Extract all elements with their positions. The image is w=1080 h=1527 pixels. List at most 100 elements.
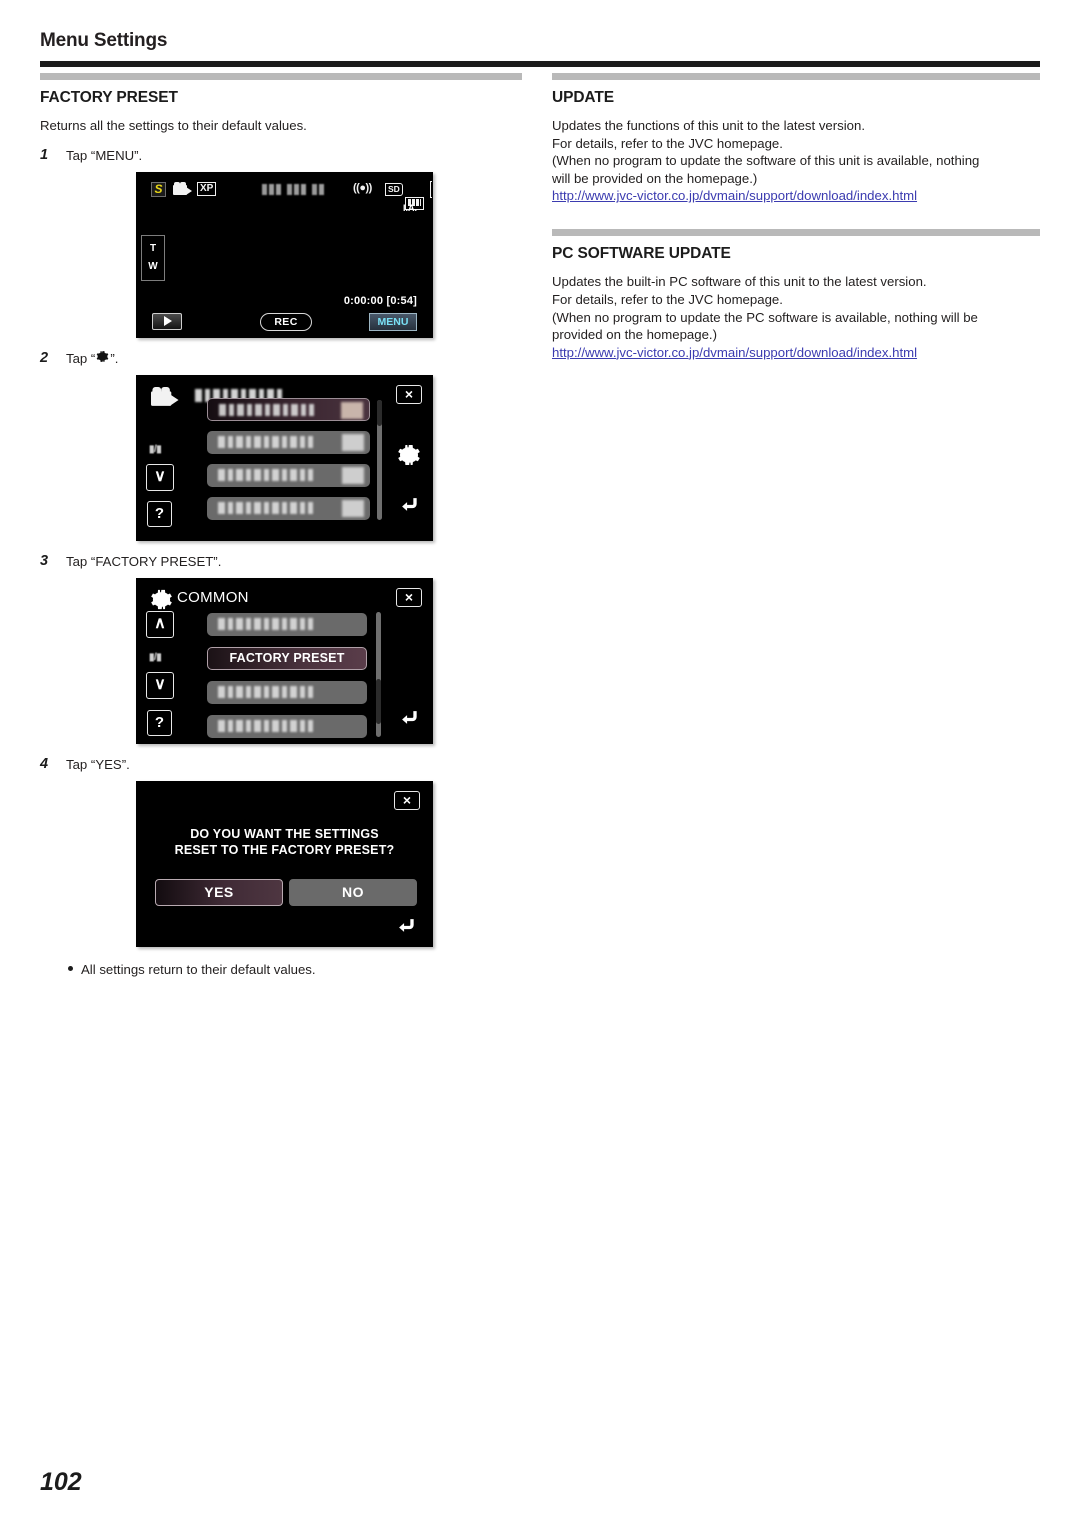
redacted-label [219,403,314,416]
step-2-label: Tap “ ”. [66,349,118,368]
redacted-label [218,617,313,630]
confirm-message-line-1: DO YOU WANT THE SETTINGS [190,826,379,841]
confirm-message-line-2: RESET TO THE FACTORY PRESET? [174,842,395,857]
update-line-4: will be provided on the homepage.) [552,170,758,186]
page-title: Menu Settings [40,30,168,51]
video-camera-icon [173,181,192,196]
page-number: 102 [40,1468,82,1496]
common-settings-button[interactable] [395,441,423,469]
step-4-label: Tap “YES”. [66,756,130,772]
video-camera-icon [151,386,179,407]
playback-button[interactable] [152,312,182,330]
quality-xp-icon: XP [197,181,217,196]
step-4-number: 4 [40,755,49,772]
step-3-label: Tap “FACTORY PRESET”. [66,553,222,569]
scrollbar-thumb[interactable] [376,678,381,724]
step-2: 2 Tap “ ”. [40,349,522,368]
step-1: 1 Tap “MENU”. [40,146,522,165]
zoom-wide-label: W [148,261,158,273]
scene-mode-icon: S [151,181,166,197]
step-3: 3 Tap “FACTORY PRESET”. [40,552,522,571]
elapsed-time: 0:00:00 [343,294,384,307]
record-button[interactable]: REC [260,312,312,331]
gear-icon [96,349,109,368]
note-row: All settings return to their default val… [68,961,522,979]
help-button[interactable]: ? [147,500,172,527]
screenshot-common-screen: COMMON × ∧ ▮/▮ ∨ ? FACTORY PRESET [136,577,433,744]
item-thumbnail [342,433,364,451]
close-button[interactable]: × [396,587,422,607]
yes-button[interactable]: YES [155,878,283,906]
section-bar-update [552,73,1040,80]
close-button[interactable]: × [394,790,420,810]
pc-update-line-4: provided on the homepage.) [552,327,717,343]
gear-icon [147,586,175,614]
item-thumbnail [341,401,363,419]
no-button[interactable]: NO [289,878,417,906]
redacted-label [218,468,313,481]
list-item[interactable] [207,463,370,487]
left-column: FACTORY PRESET Returns all the settings … [40,73,522,979]
screenshot-confirm-screen: × DO YOU WANT THE SETTINGS RESET TO THE … [136,780,433,947]
pc-update-line-1: Updates the built-in PC software of this… [552,274,927,290]
redacted-label [218,501,313,514]
redacted-label [218,435,313,448]
step-1-number: 1 [40,146,49,163]
item-thumbnail [342,466,364,484]
scroll-up-button[interactable]: ∧ [146,610,174,638]
back-button[interactable] [394,913,420,937]
section-title-pc-software-update: PC SOFTWARE UPDATE [552,245,731,263]
image-stabilizer-icon: ((●)) [353,181,372,194]
screenshot-record-screen: S XP ((●)) SD D I.A. T W 0:00:00 [0:54] [136,171,433,338]
list-item[interactable] [207,397,370,421]
play-pause-indicator: ▮/▮ [149,651,162,663]
page-header: Menu Settings [40,30,1040,52]
help-button[interactable]: ? [147,709,172,736]
list-item[interactable] [207,430,370,454]
back-button[interactable] [397,492,423,516]
pc-update-line-2: For details, refer to the JVC homepage. [552,291,783,307]
zoom-tele-label: T [149,243,157,255]
redacted-label [218,719,313,732]
back-button[interactable] [397,705,423,729]
list-item[interactable] [207,496,370,520]
manual-page: Menu Settings FACTORY PRESET Returns all… [0,0,1080,1527]
right-column: UPDATE Updates the functions of this uni… [552,73,1040,362]
drop-detection-icon: D [430,180,432,198]
note-text: All settings return to their default val… [81,961,316,977]
update-line-3: (When no program to update the software … [552,153,980,169]
scroll-down-button[interactable]: ∨ [146,671,174,699]
sd-card-icon: SD [385,182,403,196]
menu-button[interactable]: MENU [369,312,417,331]
list-item[interactable] [207,680,367,704]
zoom-control[interactable]: T W [141,234,165,281]
remaining-time: [0:54] [386,294,417,307]
redacted-status-text [262,183,324,195]
pc-update-download-link[interactable]: http://www.jvc-victor.co.jp/dvmain/suppo… [552,344,917,362]
update-download-link[interactable]: http://www.jvc-victor.co.jp/dvmain/suppo… [552,187,917,205]
section-bar-factory-preset [40,73,522,80]
header-rule [40,61,1040,67]
scroll-down-button[interactable]: ∨ [146,463,174,491]
step-2-prefix: Tap “ [66,350,96,366]
step-1-label: Tap “MENU”. [66,147,143,163]
screenshot-menu-screen: × ▮/▮ ∨ ? [136,374,433,541]
scrollbar-thumb[interactable] [377,399,382,426]
intelligent-auto-icon: I.A. [403,202,418,213]
close-button[interactable]: × [396,384,422,404]
step-2-suffix: ”. [110,350,119,366]
play-pause-indicator: ▮/▮ [149,443,162,455]
section-title-update: UPDATE [552,89,614,106]
step-4: 4 Tap “YES”. [40,755,522,774]
list-item[interactable] [207,714,367,738]
record-counter: 0:00:00 [0:54] [344,295,417,307]
menu-heading-common: COMMON [177,588,249,606]
bullet-icon [68,965,73,971]
list-item-factory-preset[interactable]: FACTORY PRESET [207,646,367,670]
step-2-number: 2 [40,349,49,366]
list-item[interactable] [207,612,367,636]
update-line-2: For details, refer to the JVC homepage. [552,135,783,151]
section-title-factory-preset: FACTORY PRESET [40,89,178,106]
list-item-label: FACTORY PRESET [229,651,345,666]
